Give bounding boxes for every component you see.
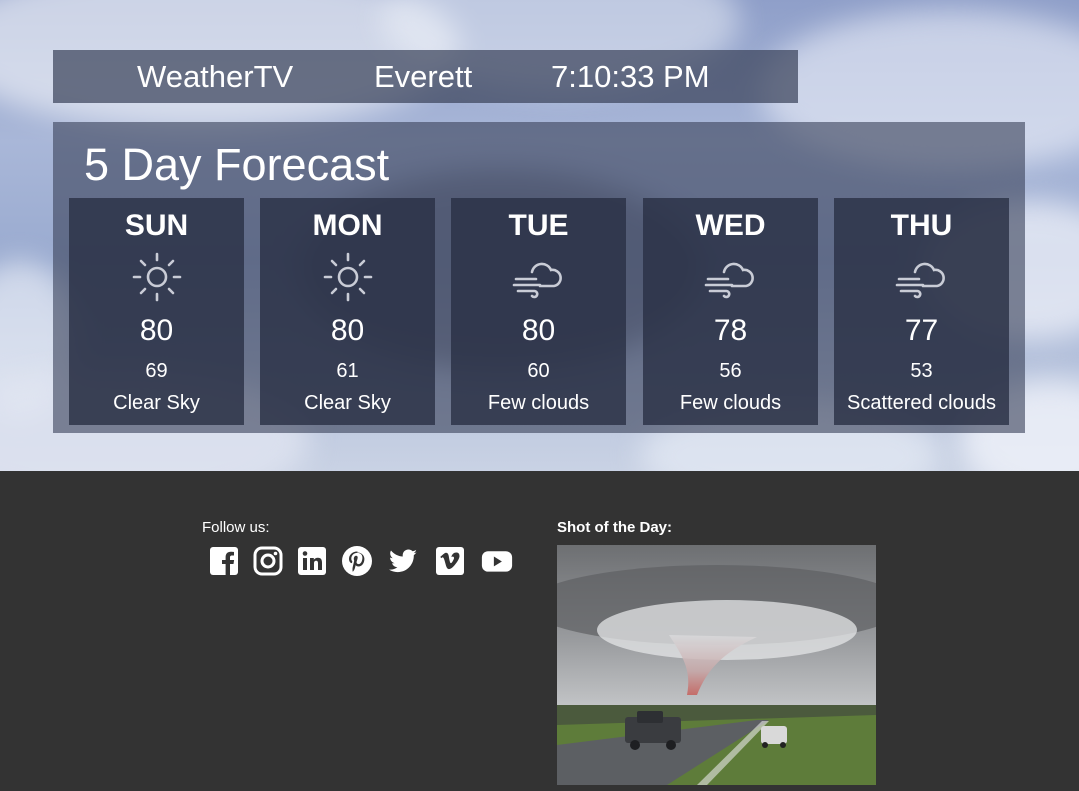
condition-text: Clear Sky	[304, 392, 391, 414]
condition-text: Scattered clouds	[847, 392, 996, 414]
condition-text: Few clouds	[679, 392, 782, 414]
brand-name[interactable]: WeatherTV	[137, 59, 293, 95]
forecast-title: 5 Day Forecast	[84, 139, 390, 190]
instagram-icon[interactable]	[252, 545, 284, 577]
shot-of-the-day-image[interactable]	[557, 545, 876, 785]
linkedin-icon[interactable]	[296, 545, 328, 577]
condition-text: Clear Sky	[113, 392, 200, 414]
day-name: SUN	[124, 209, 189, 242]
forecast-day-card: SUN 80 69 Clear Sky	[69, 198, 244, 425]
facebook-icon[interactable]	[208, 545, 240, 577]
vimeo-icon[interactable]	[434, 545, 466, 577]
day-name: TUE	[508, 209, 569, 242]
high-temp: 80	[330, 314, 365, 347]
high-temp: 80	[521, 314, 556, 347]
sun-icon	[132, 252, 182, 302]
forecast-day-card: MON 80 61 Clear Sky	[260, 198, 435, 425]
follow-us-label: Follow us:	[202, 519, 270, 536]
sun-icon	[323, 252, 373, 302]
twitter-icon[interactable]	[387, 545, 419, 577]
cloud-wind-icon	[512, 262, 562, 299]
pinterest-icon[interactable]	[341, 545, 373, 577]
current-time: 7:10:33 PM	[551, 59, 710, 94]
low-temp: 61	[336, 360, 359, 382]
day-name: MON	[312, 209, 383, 242]
forecast-day-card: WED 78 56 Few clouds	[643, 198, 818, 425]
cloud-wind-icon	[704, 262, 754, 299]
forecast-panel: 5 Day Forecast SUN 80 69 Clear Sky MON 8…	[53, 122, 1025, 433]
low-temp: 69	[145, 360, 168, 382]
low-temp: 60	[527, 360, 550, 382]
forecast-day-card: TUE 80 60 Few clouds	[451, 198, 626, 425]
city-name: Everett	[374, 59, 473, 94]
footer: Follow us: Shot of the Day:	[0, 471, 1079, 791]
high-temp: 78	[713, 314, 748, 347]
low-temp: 56	[719, 360, 742, 382]
header-bar: WeatherTV Everett 7:10:33 PM	[53, 50, 798, 103]
condition-text: Few clouds	[487, 392, 590, 414]
shot-of-the-day-label: Shot of the Day:	[557, 519, 672, 536]
cloud-wind-icon	[895, 262, 945, 299]
forecast-day-card: THU 77 53 Scattered clouds	[834, 198, 1009, 425]
high-temp: 77	[904, 314, 939, 347]
day-name: THU	[890, 209, 953, 242]
youtube-icon[interactable]	[481, 545, 513, 577]
low-temp: 53	[910, 360, 933, 382]
high-temp: 80	[139, 314, 174, 347]
day-name: WED	[695, 209, 766, 242]
